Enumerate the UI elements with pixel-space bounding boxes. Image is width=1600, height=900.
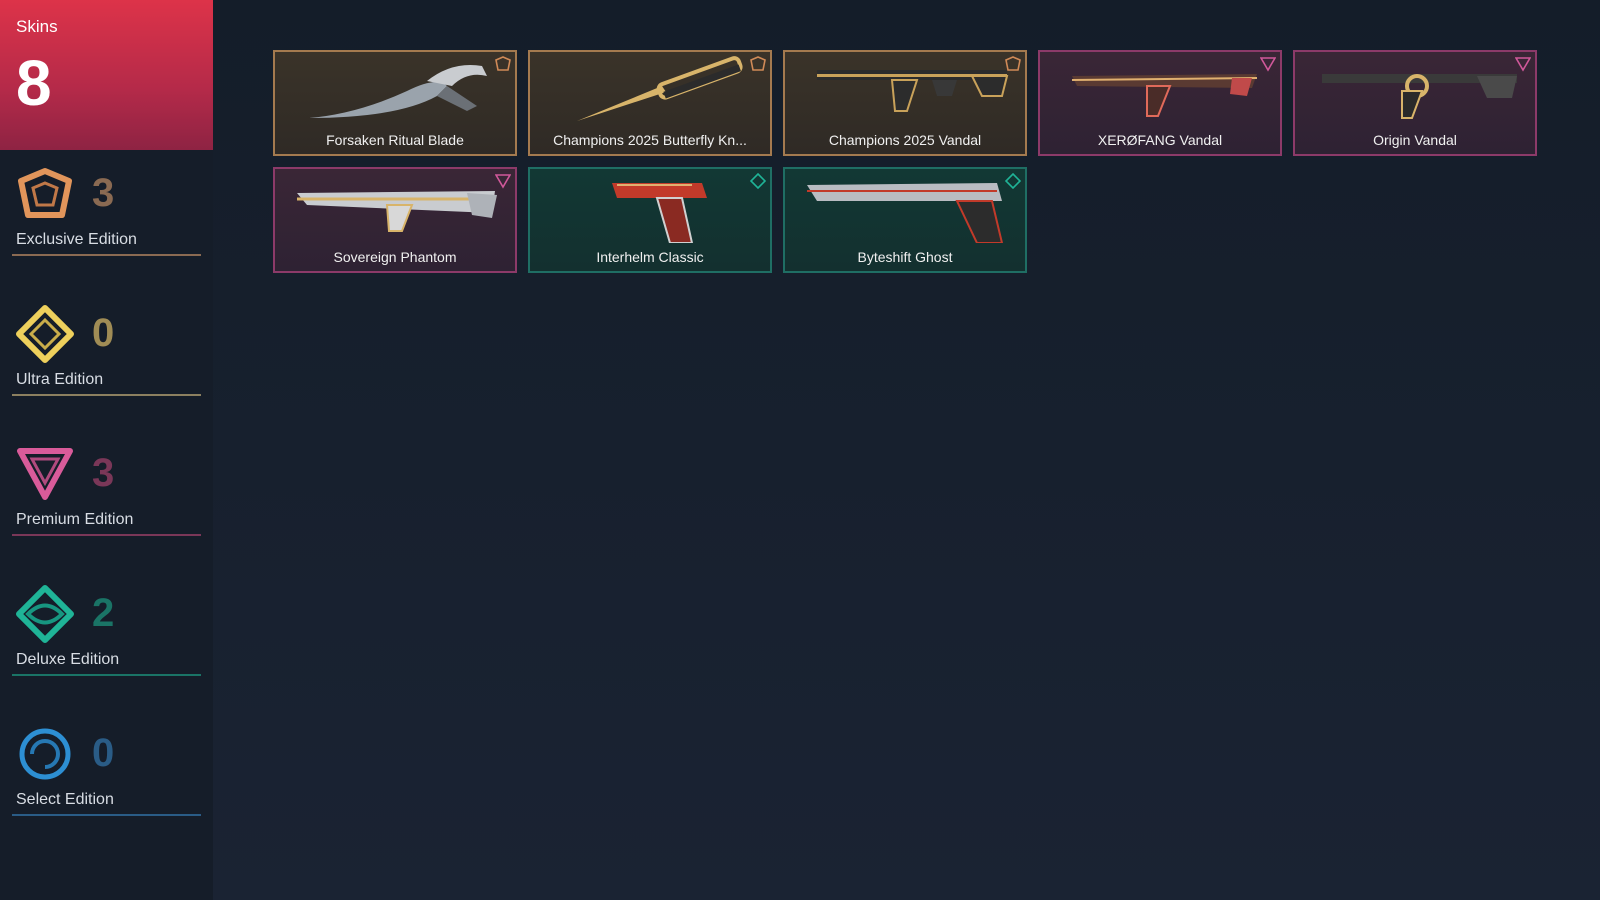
skins-summary: Skins 8 — [0, 0, 213, 150]
skin-name: Origin Vandal — [1373, 132, 1457, 148]
ultra-edition-icon — [16, 305, 74, 363]
tier-deluxe: 2 Deluxe Edition — [12, 585, 201, 685]
knife-image — [309, 65, 487, 118]
tier-divider — [12, 814, 201, 816]
tier-count: 0 — [92, 731, 115, 775]
premium-badge-icon — [1260, 57, 1276, 72]
sidebar: Skins 8 3 Exclusive Edition 0 Ultra Edit… — [0, 0, 213, 900]
tier-divider — [12, 394, 201, 396]
tier-label: Premium Edition — [16, 511, 134, 528]
select-edition-icon — [19, 728, 71, 780]
skin-name: Champions 2025 Vandal — [828, 132, 982, 148]
tier-divider — [12, 674, 201, 676]
tier-select: 0 Select Edition — [12, 725, 201, 825]
premium-edition-icon — [17, 448, 73, 500]
skin-card[interactable]: Sovereign Phantom — [273, 167, 517, 273]
tier-label: Ultra Edition — [16, 371, 104, 388]
tier-label: Select Edition — [16, 791, 114, 808]
skins-count: 8 — [16, 47, 52, 119]
tier-exclusive: 3 Exclusive Edition — [12, 165, 201, 265]
tier-ultra: 0 Ultra Edition — [12, 305, 201, 405]
skin-name: XERØFANG Vandal — [1097, 132, 1223, 148]
pistol-image — [807, 183, 1004, 243]
skin-card[interactable]: Interhelm Classic — [528, 167, 772, 273]
pistol-image — [612, 183, 707, 243]
skin-card[interactable]: Forsaken Ritual Blade — [273, 50, 517, 156]
rifle-image — [1322, 74, 1517, 119]
tier-count: 3 — [92, 171, 115, 215]
deluxe-edition-icon — [16, 585, 74, 643]
skin-name: Forsaken Ritual Blade — [326, 132, 464, 148]
inventory-screen: Skins 8 3 Exclusive Edition 0 Ultra Edit… — [0, 0, 1600, 900]
skin-name: Byteshift Ghost — [857, 249, 953, 265]
skins-label: Skins — [16, 17, 58, 36]
skin-card[interactable]: Origin Vandal — [1293, 50, 1537, 156]
rifle-image — [817, 70, 1009, 112]
exclusive-badge-icon — [495, 56, 511, 71]
deluxe-badge-icon — [1005, 173, 1021, 189]
skin-card[interactable]: XERØFANG Vandal — [1038, 50, 1282, 156]
tier-label: Exclusive Edition — [16, 231, 137, 248]
exclusive-edition-icon — [18, 168, 72, 218]
deluxe-badge-icon — [750, 173, 766, 189]
knife-image — [577, 56, 743, 121]
skin-name: Interhelm Classic — [596, 249, 704, 265]
rifle-image — [1071, 74, 1258, 117]
exclusive-badge-icon — [1005, 56, 1021, 71]
skin-name: Sovereign Phantom — [333, 249, 457, 265]
skin-name: Champions 2025 Butterfly Kn... — [553, 132, 747, 148]
skin-card[interactable]: Champions 2025 Butterfly Kn... — [528, 50, 772, 156]
tier-count: 2 — [92, 591, 115, 635]
tier-divider — [12, 254, 201, 256]
tier-count: 0 — [92, 311, 115, 355]
premium-badge-icon — [495, 174, 511, 189]
tier-premium: 3 Premium Edition — [12, 445, 201, 545]
skin-card[interactable]: Champions 2025 Vandal — [783, 50, 1027, 156]
rifle-image — [297, 191, 497, 232]
exclusive-badge-icon — [750, 56, 766, 71]
skin-card[interactable]: Byteshift Ghost — [783, 167, 1027, 273]
tier-label: Deluxe Edition — [16, 651, 120, 668]
premium-badge-icon — [1515, 57, 1531, 72]
tier-divider — [12, 534, 201, 536]
tier-count: 3 — [92, 451, 115, 495]
